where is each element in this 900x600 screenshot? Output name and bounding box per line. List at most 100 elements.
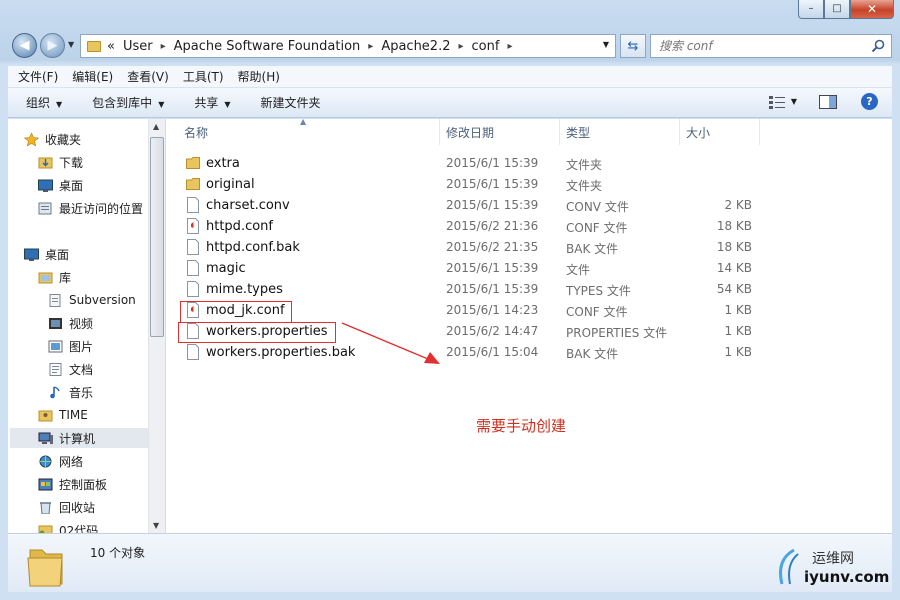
breadcrumb-conf[interactable]: conf (472, 39, 500, 54)
breadcrumb-user[interactable]: User (123, 39, 153, 54)
share-button[interactable]: 共享 ▼ (194, 94, 230, 111)
close-button[interactable]: ✕ (850, 0, 894, 19)
column-header-date[interactable]: 修改日期 (440, 119, 560, 145)
recycle-bin-icon (40, 501, 51, 514)
recent-places-icon (38, 202, 52, 214)
file-size: 14 KB (716, 261, 752, 275)
minimize-button[interactable]: – (798, 0, 824, 19)
sidebar-item-subversion[interactable]: Subversion (48, 290, 136, 310)
sidebar-item-time[interactable]: TIME (38, 405, 88, 425)
organize-button[interactable]: 组织 ▼ (26, 94, 62, 111)
breadcrumb-separator-icon[interactable]: ▸ (368, 41, 373, 52)
file-date: 2015/6/1 15:39 (446, 261, 539, 275)
explorer-window: – □ ✕ ◀ ▶ ▼ « User ▸ Apache Software Fou… (0, 0, 900, 600)
file-row[interactable]: workers.properties.bak 2015/6/1 15:04 BA… (166, 342, 752, 363)
column-header-type[interactable]: 类型 (560, 119, 680, 145)
sidebar-item-music[interactable]: 音乐 (48, 382, 93, 402)
breadcrumb-separator-icon[interactable]: ▸ (458, 41, 463, 52)
file-icon (187, 197, 199, 213)
recent-pages-dropdown[interactable]: ▼ (68, 40, 74, 49)
sidebar-item-desktop-root[interactable]: 桌面 (24, 244, 69, 264)
column-header-size[interactable]: 大小 (680, 119, 760, 145)
breadcrumb-overflow[interactable]: « (107, 39, 115, 54)
menu-file[interactable]: 文件(F) (18, 68, 58, 85)
download-folder-icon (38, 157, 53, 168)
breadcrumb-separator-icon[interactable]: ▸ (507, 41, 512, 52)
menu-help[interactable]: 帮助(H) (238, 68, 280, 85)
chevron-down-icon[interactable]: ▼ (791, 97, 797, 106)
file-date: 2015/6/2 21:35 (446, 240, 539, 254)
file-date: 2015/6/1 15:39 (446, 198, 539, 212)
file-row[interactable]: httpd.conf.bak 2015/6/2 21:35 BAK 文件 18 … (166, 237, 752, 258)
scrollbar-thumb[interactable] (150, 137, 164, 337)
address-bar[interactable]: « User ▸ Apache Software Foundation ▸ Ap… (80, 34, 616, 58)
sidebar-item-label: 回收站 (59, 500, 96, 515)
address-dropdown-icon[interactable]: ▼ (603, 40, 609, 49)
scroll-up-icon[interactable]: ▲ (153, 122, 159, 131)
refresh-icon: ⇆ (627, 38, 639, 54)
sidebar-item-documents[interactable]: 文档 (48, 359, 93, 379)
file-row[interactable]: extra 2015/6/1 15:39 文件夹 (166, 153, 726, 174)
file-row[interactable]: httpd.conf 2015/6/2 21:36 CONF 文件 18 KB (166, 216, 752, 237)
sidebar-item-computer[interactable]: 计算机 (10, 428, 148, 448)
search-input[interactable] (659, 39, 859, 53)
file-row[interactable]: magic 2015/6/1 15:39 文件 14 KB (166, 258, 752, 279)
scroll-down-icon[interactable]: ▼ (153, 521, 159, 530)
search-icon[interactable] (871, 39, 885, 53)
file-date: 2015/6/1 15:39 (446, 282, 539, 296)
watermark-text: 运维网 (812, 551, 854, 567)
sidebar-item-recycle-bin[interactable]: 回收站 (38, 497, 95, 517)
watermark-logo: 运维网 iyunv.com (779, 546, 889, 592)
sidebar-scrollbar[interactable]: ▲ ▼ (148, 119, 165, 533)
file-date: 2015/6/1 15:39 (446, 177, 539, 191)
forward-button[interactable]: ▶ (40, 33, 65, 58)
sidebar-item-videos[interactable]: 视频 (48, 313, 93, 333)
file-date: 2015/6/1 14:23 (446, 303, 539, 317)
file-type: PROPERTIES 文件 (566, 326, 668, 340)
refresh-button[interactable]: ⇆ (620, 34, 646, 58)
column-header-name[interactable]: 名称 (178, 119, 440, 145)
network-icon (39, 455, 52, 467)
menu-edit[interactable]: 编辑(E) (72, 68, 113, 85)
breadcrumb-apache22[interactable]: Apache2.2 (381, 39, 450, 54)
sidebar-item-02-code[interactable]: 02代码 (38, 520, 98, 533)
breadcrumb-separator-icon[interactable]: ▸ (161, 41, 166, 52)
highlight-box (178, 322, 336, 343)
file-row[interactable]: mime.types 2015/6/1 15:39 TYPES 文件 54 KB (166, 279, 752, 300)
sidebar-item-label: 收藏夹 (45, 132, 82, 147)
sidebar-item-network[interactable]: 网络 (38, 451, 83, 471)
maximize-button[interactable]: □ (824, 0, 850, 19)
menu-view[interactable]: 查看(V) (127, 68, 169, 85)
back-button[interactable]: ◀ (12, 33, 37, 58)
sidebar-item-libraries[interactable]: 库 (38, 267, 71, 287)
help-icon[interactable]: ? (861, 93, 878, 110)
sidebar-item-recent-places[interactable]: 最近访问的位置 (38, 198, 143, 218)
watermark-url: iyunv.com (804, 568, 890, 586)
sidebar-item-favorites[interactable]: 收藏夹 (24, 129, 81, 149)
file-date: 2015/6/1 15:04 (446, 345, 539, 359)
file-name: httpd.conf.bak (206, 240, 300, 255)
view-options-icon[interactable] (768, 95, 785, 109)
file-size: 18 KB (716, 219, 752, 233)
breadcrumb-apache-software-foundation[interactable]: Apache Software Foundation (174, 39, 361, 54)
new-folder-button[interactable]: 新建文件夹 (261, 94, 321, 111)
sidebar-item-pictures[interactable]: 图片 (48, 336, 93, 356)
content-area: 收藏夹 下载 桌面 最近访问的位置 桌面 库 Subversion 视频 图片 … (8, 117, 892, 533)
preview-pane-icon[interactable] (819, 94, 837, 109)
item-count: 10 个对象 (90, 546, 146, 560)
file-date: 2015/6/2 14:47 (446, 324, 539, 338)
menu-tools[interactable]: 工具(T) (183, 68, 224, 85)
search-box[interactable] (650, 34, 892, 58)
file-row[interactable]: charset.conv 2015/6/1 15:39 CONV 文件 2 KB (166, 195, 752, 216)
sidebar-item-label: 视频 (69, 316, 94, 331)
command-bar: 组织 ▼ 包含到库中 ▼ 共享 ▼ 新建文件夹 ▼ ? (8, 88, 892, 118)
file-size: 2 KB (724, 198, 752, 212)
sidebar-item-desktop[interactable]: 桌面 (38, 175, 83, 195)
include-in-library-button[interactable]: 包含到库中 ▼ (92, 94, 164, 111)
sidebar-item-downloads[interactable]: 下载 (38, 152, 83, 172)
navigation-pane: 收藏夹 下载 桌面 最近访问的位置 桌面 库 Subversion 视频 图片 … (8, 119, 166, 533)
file-type: 文件夹 (566, 158, 603, 172)
sidebar-item-control-panel[interactable]: 控制面板 (38, 474, 107, 494)
folder-icon (186, 157, 200, 169)
file-row[interactable]: original 2015/6/1 15:39 文件夹 (166, 174, 726, 195)
